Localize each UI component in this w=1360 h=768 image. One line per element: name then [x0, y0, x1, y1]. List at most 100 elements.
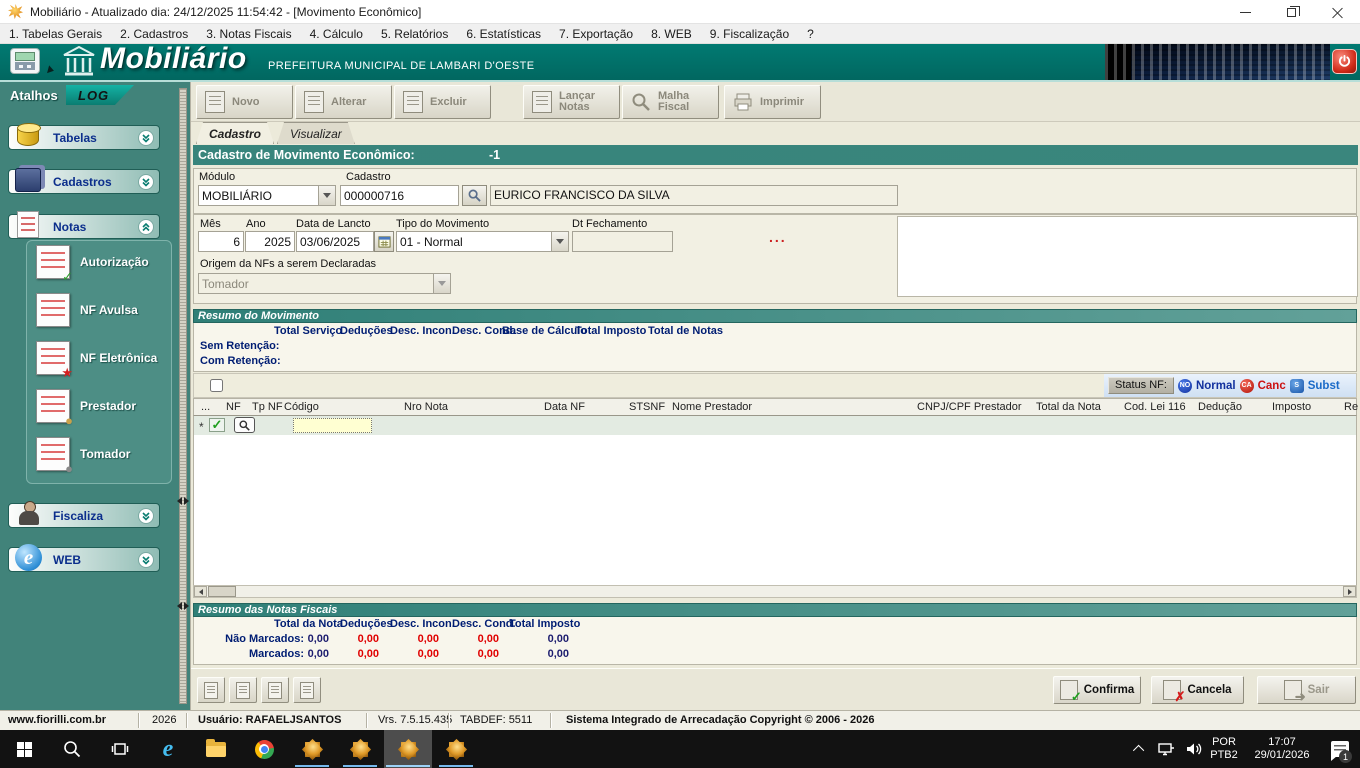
- minimize-button[interactable]: [1222, 0, 1268, 24]
- alterar-button[interactable]: Alterar: [295, 85, 392, 119]
- lancar-notas-button[interactable]: Lançar Notas: [523, 85, 620, 119]
- taskbar-ie-button[interactable]: e: [144, 730, 192, 768]
- menu-exportacao[interactable]: 7. Exportação: [550, 25, 642, 43]
- record-prev-button[interactable]: [229, 677, 257, 703]
- imprimir-button[interactable]: Imprimir: [724, 85, 821, 119]
- chevron-up-icon[interactable]: [138, 219, 154, 235]
- scroll-left-button[interactable]: [194, 586, 207, 597]
- grid-horizontal-scrollbar[interactable]: [193, 585, 1357, 598]
- menu-web[interactable]: 8. WEB: [642, 25, 701, 43]
- calculator-icon[interactable]: [10, 48, 40, 74]
- log-badge[interactable]: LOG: [66, 85, 134, 105]
- confirma-button[interactable]: ✓ Confirma: [1053, 676, 1141, 704]
- ano-input[interactable]: [245, 231, 295, 252]
- modulo-select[interactable]: MOBILIÁRIO: [198, 185, 336, 206]
- observacoes-box[interactable]: [897, 216, 1358, 297]
- sidebar-item-prestador[interactable]: ● Prestador: [36, 386, 166, 426]
- taskbar-chrome-button[interactable]: [240, 730, 288, 768]
- close-button[interactable]: [1314, 0, 1360, 24]
- tipo-movimento-select[interactable]: 01 - Normal: [396, 231, 569, 252]
- network-tray-icon[interactable]: [1152, 730, 1180, 768]
- chevron-down-icon[interactable]: [138, 174, 154, 190]
- taskbar-fiorilli-app-4[interactable]: [432, 730, 480, 768]
- scroll-right-button[interactable]: [1343, 586, 1356, 597]
- taskbar-fiorilli-app-2[interactable]: [336, 730, 384, 768]
- notas-grid-body[interactable]: [193, 435, 1357, 585]
- chevron-down-icon[interactable]: [318, 186, 335, 205]
- menu-fiscalizacao[interactable]: 9. Fiscalização: [701, 25, 798, 43]
- sidebar-group-notas[interactable]: Notas: [8, 214, 160, 239]
- excluir-button[interactable]: Excluir: [394, 85, 491, 119]
- tab-cadastro[interactable]: Cadastro: [196, 122, 274, 144]
- codigo-edit-cell[interactable]: [293, 418, 372, 433]
- menu-tabelas-gerais[interactable]: 1. Tabelas Gerais: [0, 25, 111, 43]
- clock-time: 17:07: [1268, 736, 1296, 749]
- tab-visualizar[interactable]: Visualizar: [277, 122, 355, 144]
- language-indicator[interactable]: POR PTB2: [1204, 730, 1244, 768]
- sidebar-item-nf-avulsa[interactable]: NF Avulsa: [36, 290, 166, 330]
- task-view-button[interactable]: [96, 730, 144, 768]
- ellipsis-indicator: ...: [769, 229, 787, 245]
- marcados-deducoes: 0,00: [319, 648, 379, 660]
- resumo-notas-header: Resumo das Notas Fiscais: [193, 603, 1357, 617]
- tomador-note-icon: ●: [36, 437, 70, 471]
- chevron-down-icon[interactable]: [138, 552, 154, 568]
- menu-cadastros[interactable]: 2. Cadastros: [111, 25, 197, 43]
- cadastro-input[interactable]: [340, 185, 459, 206]
- menu-estatisticas[interactable]: 6. Estatísticas: [457, 25, 550, 43]
- taskbar-search-button[interactable]: [48, 730, 96, 768]
- record-next-button[interactable]: [261, 677, 289, 703]
- row-search-button[interactable]: [234, 417, 255, 433]
- sidebar-item-tomador[interactable]: ● Tomador: [36, 434, 166, 474]
- record-last-button[interactable]: [293, 677, 321, 703]
- splitter-rail[interactable]: [179, 88, 187, 704]
- sidebar-item-nf-eletronica[interactable]: ★ NF Eletrônica: [36, 338, 166, 378]
- sidebar-item-autorizacao[interactable]: ✓ Autorização: [36, 242, 166, 282]
- start-button[interactable]: [0, 730, 48, 768]
- sidebar-splitter[interactable]: [176, 82, 190, 710]
- scrollbar-thumb[interactable]: [208, 586, 236, 597]
- menu-relatorios[interactable]: 5. Relatórios: [372, 25, 457, 43]
- tray-expand-button[interactable]: [1128, 730, 1152, 768]
- new-row-marker: *: [199, 420, 204, 434]
- origem-select[interactable]: Tomador: [198, 273, 451, 294]
- taskbar-fiorilli-app-1[interactable]: [288, 730, 336, 768]
- mes-input[interactable]: [198, 231, 244, 252]
- menu-calculo[interactable]: 4. Cálculo: [301, 25, 372, 43]
- status-bar: www.fiorilli.com.br 2026 Usuário: RAFAEL…: [0, 710, 1360, 730]
- power-button[interactable]: [1332, 49, 1357, 74]
- calendar-button[interactable]: [374, 231, 394, 252]
- grid-new-row[interactable]: * ✓: [193, 416, 1357, 435]
- record-first-button[interactable]: [197, 677, 225, 703]
- clock[interactable]: 17:07 29/01/2026: [1246, 730, 1318, 768]
- malha-fiscal-button[interactable]: Malha Fiscal: [622, 85, 719, 119]
- menu-notas-fiscais[interactable]: 3. Notas Fiscais: [197, 25, 300, 43]
- action-center-button[interactable]: 1: [1320, 730, 1360, 768]
- taskbar-fiorilli-app-3-active[interactable]: [384, 730, 432, 768]
- chevron-down-icon[interactable]: [551, 232, 568, 251]
- menu-help[interactable]: ?: [798, 25, 823, 43]
- select-all-checkbox[interactable]: [210, 379, 223, 392]
- sidebar-group-tabelas[interactable]: Tabelas: [8, 125, 160, 150]
- splitter-collapse-arrows[interactable]: [177, 602, 189, 611]
- sair-button[interactable]: ➜ Sair: [1257, 676, 1356, 704]
- cancela-button[interactable]: ✗ Cancela: [1151, 676, 1244, 704]
- file-explorer-icon: [206, 742, 226, 757]
- exit-icon: ➜: [1284, 680, 1302, 700]
- novo-button[interactable]: Novo: [196, 85, 293, 119]
- restore-button[interactable]: [1268, 0, 1314, 24]
- cancel-icon: ✗: [1163, 680, 1181, 700]
- sidebar-group-fiscaliza[interactable]: Fiscaliza: [8, 503, 160, 528]
- taskbar-explorer-button[interactable]: [192, 730, 240, 768]
- gcol-deducao: Dedução: [1198, 401, 1242, 413]
- status-nf-label: Status NF:: [1108, 377, 1174, 394]
- chevron-down-icon[interactable]: [138, 130, 154, 146]
- chevron-down-icon[interactable]: [138, 508, 154, 524]
- row-check-icon[interactable]: ✓: [209, 418, 225, 432]
- sidebar-group-web[interactable]: e WEB: [8, 547, 160, 572]
- splitter-collapse-arrows[interactable]: [177, 497, 189, 506]
- cadastro-search-button[interactable]: [462, 185, 487, 206]
- data-lancto-input[interactable]: [296, 231, 374, 252]
- sidebar-group-cadastros[interactable]: Cadastros: [8, 169, 160, 194]
- gcol-nome-prestador: Nome Prestador: [672, 401, 752, 413]
